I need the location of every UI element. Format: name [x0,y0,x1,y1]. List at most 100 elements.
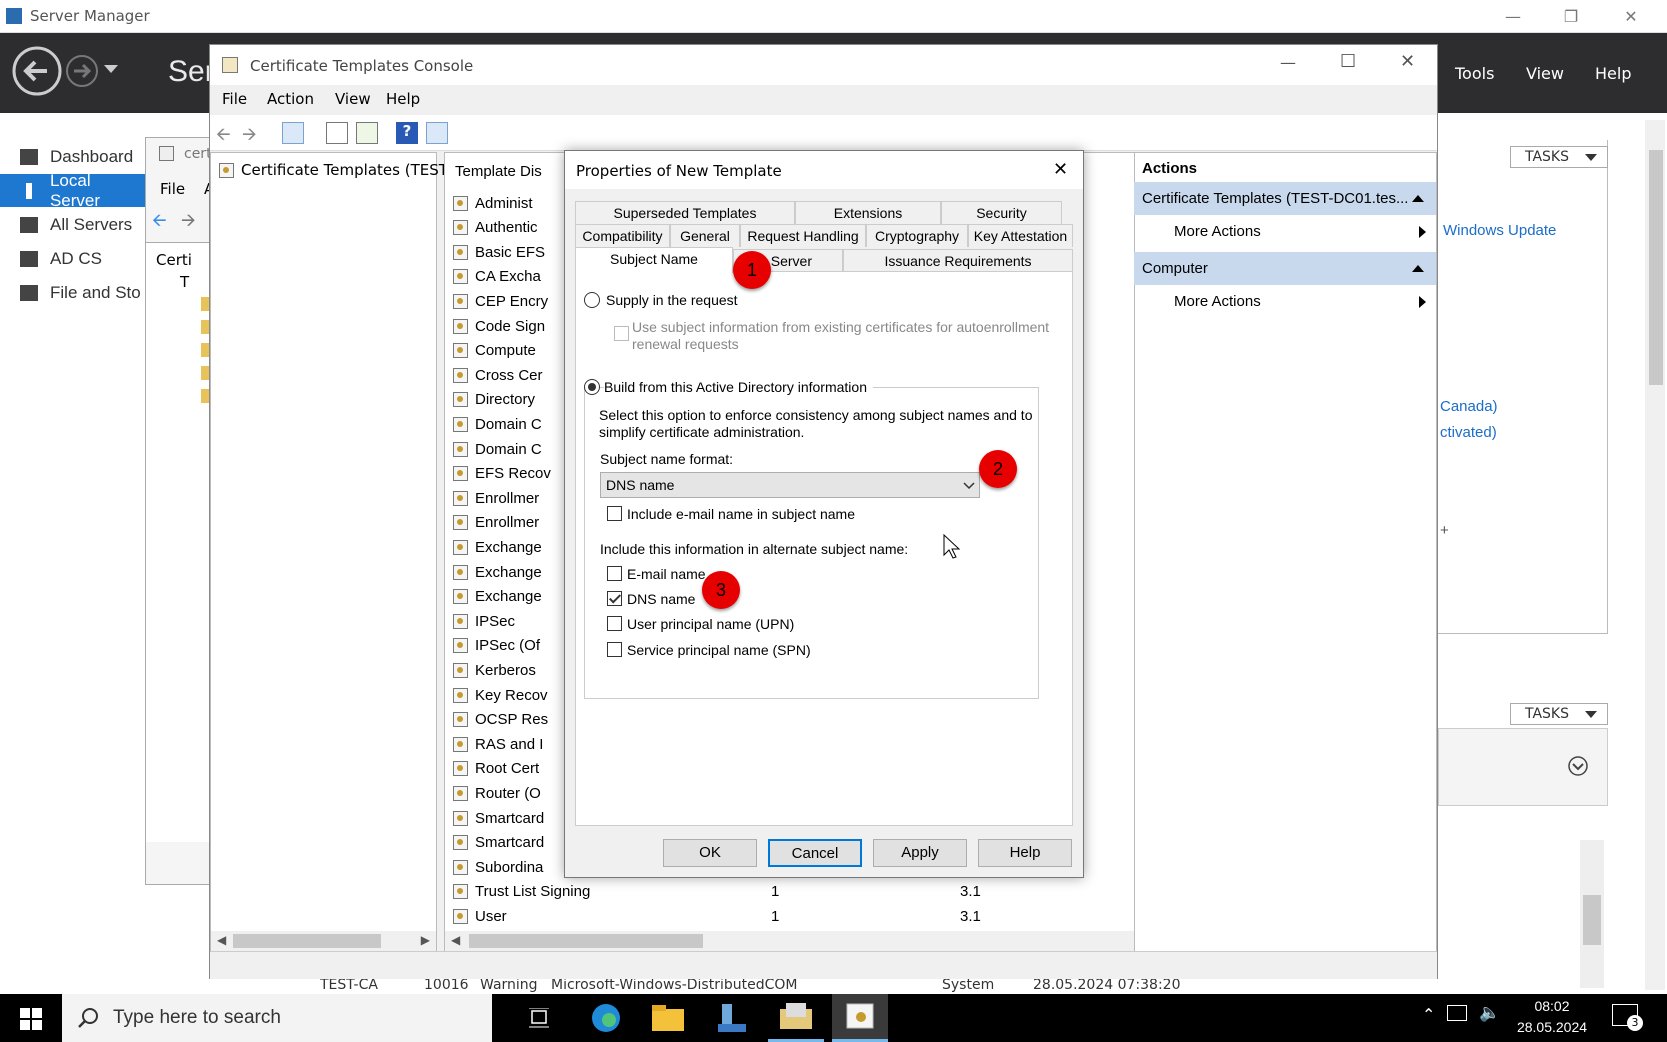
build-from-ad-radio[interactable] [584,379,600,395]
main-scrollbar[interactable] [1645,120,1665,990]
scroll-right-icon[interactable]: ▶ [421,933,430,947]
table-row[interactable]: IPSec [453,609,515,633]
alt-dns-name-checkbox[interactable] [607,591,622,606]
table-row[interactable]: Enrollmer [453,511,539,535]
table-row[interactable]: RAS and Ient [453,732,1308,756]
tab-subject-name[interactable]: Subject Name [575,247,733,273]
tasks-dropdown-1[interactable]: TASKS [1510,146,1608,168]
table-row[interactable]: Domain Cent [453,437,1308,461]
table-row[interactable]: Key Recovy R [453,683,1310,707]
action-pane-icon[interactable] [426,122,448,144]
restore-button[interactable]: ❐ [1548,0,1594,33]
subject-name-format-select[interactable]: DNS name [600,472,980,498]
table-row[interactable]: Smartcard [453,831,544,855]
tab-general[interactable]: General [670,224,740,247]
table-row[interactable]: Basic EFS [453,240,545,264]
tree-hscrollbar[interactable]: ◀ ▶ [211,931,436,951]
table-row[interactable]: Directoryect [453,388,1307,412]
tab-superseded-templates[interactable]: Superseded Templates [575,201,795,224]
volume-muted-icon[interactable]: 🔈 [1479,1003,1500,1023]
table-row[interactable]: EFS Recov [453,462,551,486]
tasks-dropdown-2[interactable]: TASKS [1510,703,1608,725]
nav-all-servers[interactable]: All Servers [0,208,145,241]
more-actions-2[interactable]: More Actions [1174,293,1436,310]
mmc-menu-file[interactable]: File [222,90,247,108]
inner-back-icon[interactable]: 🡨 [152,208,167,238]
table-row[interactable]: User 1 3.1 [453,904,981,928]
alt-email-name-checkbox[interactable] [607,566,622,581]
table-row[interactable]: Authentic [453,216,538,240]
actions-group-certificate-templates[interactable]: Certificate Templates (TEST-DC01.tes... [1134,182,1436,215]
plus-icon[interactable]: + [1440,522,1449,539]
tab-request-handling[interactable]: Request Handling [740,224,866,247]
table-row[interactable]: Cross Cer [453,363,543,387]
table-row[interactable]: Code Sign [453,314,545,338]
include-email-checkbox[interactable] [607,506,622,521]
link-timezone[interactable]: Canada) [1440,398,1498,415]
collapse-up-icon[interactable] [1412,195,1424,202]
tab-extensions[interactable]: Extensions [795,201,941,224]
certtmpl-taskbar-icon[interactable] [832,994,888,1042]
table-row[interactable]: Compute [453,339,536,363]
ok-button[interactable]: OK [663,839,757,867]
chevron-down-icon[interactable] [104,65,118,75]
properties-icon[interactable] [326,122,348,144]
column-header-template-display-name[interactable]: Template Dis [455,163,542,180]
table-row[interactable]: Subordina [453,855,543,879]
supply-in-request-radio[interactable] [584,292,600,308]
server-manager-taskbar-icon[interactable] [704,994,760,1042]
back-icon[interactable]: 🡨 [216,122,238,145]
forward-icon[interactable]: 🡪 [242,122,264,145]
tab-security[interactable]: Security [941,201,1062,224]
events-scrollbar[interactable] [1580,840,1604,988]
table-row[interactable]: Domain C [453,412,542,436]
menu-view[interactable]: View [1526,64,1564,83]
nav-dashboard[interactable]: Dashboard [0,140,145,173]
forward-arrow-icon[interactable] [64,53,100,89]
table-row[interactable]: Kerberosent [453,658,1308,682]
table-row[interactable]: Smartcard [453,806,544,830]
dialog-close-button[interactable]: ✕ [1053,159,1068,180]
list-hscroll-thumb[interactable] [469,934,703,948]
table-row[interactable]: Root Cert [453,757,539,781]
notification-icon[interactable]: 3 [1612,1004,1643,1031]
mmc-taskbar-icon[interactable] [768,994,824,1042]
mmc-menu-view[interactable]: View [335,90,371,108]
table-row[interactable]: Administ [453,191,533,215]
mmc-minimize-button[interactable]: — [1280,53,1296,72]
windows-start-icon[interactable] [20,1008,42,1030]
mmc-maximize-button[interactable]: ☐ [1340,51,1356,72]
help-button[interactable]: Help [978,839,1072,867]
table-row[interactable]: CA Exchavat [453,265,1307,289]
table-row[interactable]: Exchange [453,585,542,609]
task-view-icon[interactable] [512,994,568,1042]
tab-compatibility[interactable]: Compatibility [575,224,670,247]
use-existing-subject-checkbox[interactable] [614,326,629,341]
mmc-close-button[interactable]: ✕ [1400,51,1415,72]
scroll-left-icon[interactable]: ◀ [217,933,226,947]
tab-cryptography[interactable]: Cryptography [866,224,968,247]
cancel-button[interactable]: Cancel [768,839,862,867]
show-tree-icon[interactable] [282,122,304,144]
export-icon[interactable] [356,122,378,144]
network-icon[interactable] [1447,1005,1467,1021]
taskbar-search-box[interactable]: Type here to search [62,994,492,1042]
menu-help[interactable]: Help [1595,64,1631,83]
list-scroll-left-icon[interactable]: ◀ [451,933,460,947]
main-scroll-thumb[interactable] [1649,150,1663,385]
alt-spn-checkbox[interactable] [607,642,622,657]
back-arrow-icon[interactable] [12,46,64,98]
apply-button[interactable]: Apply [873,839,967,867]
tab-issuance-requirements[interactable]: Issuance Requirements [843,249,1073,272]
link-windows-update[interactable]: Windows Update [1443,222,1556,239]
nav-file-storage[interactable]: File and Sto [0,276,145,309]
tab-key-attestation[interactable]: Key Attestation [968,224,1073,247]
table-row[interactable]: IPSec (Of [453,634,540,658]
mmc-menu-help[interactable]: Help [386,90,420,108]
close-button[interactable]: ✕ [1608,0,1654,33]
table-row[interactable]: Exchange [453,560,542,584]
file-explorer-icon[interactable] [640,994,696,1042]
nav-local-server[interactable]: Local Server [0,171,145,210]
tree-hscroll-thumb[interactable] [233,934,381,948]
table-row[interactable]: Trust List Signing 1 3.1 [453,880,981,904]
